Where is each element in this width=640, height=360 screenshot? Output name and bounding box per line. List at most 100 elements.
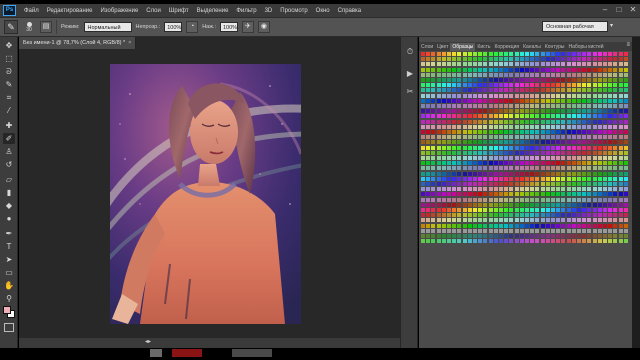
color-swatch[interactable]: [519, 197, 524, 202]
color-swatch[interactable]: [587, 119, 592, 124]
color-swatch[interactable]: [618, 62, 623, 67]
color-swatch[interactable]: [618, 93, 623, 98]
color-swatch[interactable]: [556, 166, 561, 171]
color-swatch[interactable]: [499, 98, 503, 103]
color-swatch[interactable]: [525, 52, 529, 56]
color-swatch[interactable]: [525, 124, 529, 129]
color-swatch[interactable]: [499, 67, 503, 72]
color-swatch[interactable]: [551, 171, 555, 176]
color-swatch[interactable]: [587, 135, 592, 140]
color-swatch[interactable]: [431, 98, 436, 103]
color-swatch[interactable]: [447, 208, 451, 212]
color-swatch[interactable]: [483, 88, 488, 93]
color-swatch[interactable]: [447, 150, 451, 155]
color-swatch[interactable]: [592, 218, 597, 223]
color-swatch[interactable]: [504, 67, 509, 72]
color-swatch[interactable]: [597, 52, 602, 56]
color-swatch[interactable]: [597, 239, 602, 244]
color-swatch[interactable]: [608, 223, 613, 228]
color-swatch[interactable]: [447, 187, 451, 192]
color-swatch[interactable]: [514, 104, 519, 108]
color-swatch[interactable]: [592, 171, 597, 176]
color-swatch[interactable]: [582, 228, 587, 233]
color-swatch[interactable]: [493, 213, 498, 218]
color-swatch[interactable]: [618, 218, 623, 223]
color-swatch[interactable]: [587, 67, 592, 72]
color-swatch[interactable]: [587, 182, 592, 186]
color-swatch[interactable]: [613, 88, 618, 93]
color-swatch[interactable]: [467, 114, 472, 119]
color-swatch[interactable]: [608, 187, 613, 192]
color-swatch[interactable]: [577, 156, 581, 160]
color-swatch[interactable]: [488, 187, 493, 192]
color-swatch[interactable]: [603, 192, 607, 197]
color-swatch[interactable]: [493, 114, 498, 119]
color-swatch[interactable]: [504, 171, 509, 176]
color-swatch[interactable]: [535, 124, 540, 129]
color-swatch[interactable]: [545, 119, 550, 124]
color-swatch[interactable]: [426, 98, 431, 103]
color-swatch[interactable]: [592, 140, 597, 145]
color-swatch[interactable]: [592, 166, 597, 171]
color-swatch[interactable]: [426, 93, 431, 98]
brush-panel-toggle-icon[interactable]: ▤: [40, 21, 52, 33]
color-swatch[interactable]: [623, 119, 628, 124]
color-swatch[interactable]: [478, 187, 483, 192]
color-swatch[interactable]: [447, 218, 451, 223]
color-swatch[interactable]: [597, 72, 602, 77]
color-swatch[interactable]: [441, 140, 446, 145]
color-swatch[interactable]: [540, 109, 545, 114]
color-swatch[interactable]: [603, 114, 607, 119]
color-swatch[interactable]: [441, 171, 446, 176]
color-swatch[interactable]: [566, 192, 571, 197]
color-swatch[interactable]: [483, 192, 488, 197]
color-swatch[interactable]: [608, 197, 613, 202]
color-swatch[interactable]: [603, 234, 607, 238]
brush-size-picker[interactable]: 30: [22, 20, 36, 34]
color-swatch[interactable]: [525, 202, 529, 207]
color-swatch[interactable]: [561, 78, 566, 82]
color-swatch[interactable]: [556, 208, 561, 212]
color-swatch[interactable]: [436, 78, 441, 82]
color-swatch[interactable]: [447, 67, 451, 72]
color-swatch[interactable]: [493, 192, 498, 197]
color-swatch[interactable]: [582, 202, 587, 207]
color-swatch[interactable]: [514, 98, 519, 103]
color-swatch[interactable]: [499, 182, 503, 186]
color-swatch[interactable]: [597, 135, 602, 140]
color-swatch[interactable]: [613, 67, 618, 72]
color-swatch[interactable]: [467, 124, 472, 129]
color-swatch[interactable]: [592, 67, 597, 72]
color-swatch[interactable]: [499, 208, 503, 212]
color-swatch[interactable]: [587, 187, 592, 192]
color-swatch[interactable]: [571, 109, 576, 114]
color-swatch[interactable]: [613, 234, 618, 238]
pressure-opacity-icon[interactable]: ◔: [186, 21, 199, 33]
color-swatch[interactable]: [613, 171, 618, 176]
color-swatch[interactable]: [436, 202, 441, 207]
color-swatch[interactable]: [483, 114, 488, 119]
color-swatch[interactable]: [441, 213, 446, 218]
quick-select-icon[interactable]: ✎: [3, 79, 15, 90]
color-swatch[interactable]: [571, 62, 576, 67]
color-swatch[interactable]: [608, 156, 613, 160]
color-swatch[interactable]: [499, 223, 503, 228]
color-swatch[interactable]: [577, 213, 581, 218]
color-swatch[interactable]: [587, 62, 592, 67]
color-swatch[interactable]: [603, 72, 607, 77]
color-swatch[interactable]: [535, 187, 540, 192]
color-swatch[interactable]: [504, 62, 509, 67]
color-swatch[interactable]: [597, 109, 602, 114]
color-swatch[interactable]: [582, 67, 587, 72]
color-swatch[interactable]: [597, 93, 602, 98]
color-swatch[interactable]: [582, 124, 587, 129]
color-swatch[interactable]: [535, 202, 540, 207]
color-swatch[interactable]: [571, 93, 576, 98]
color-swatch[interactable]: [514, 234, 519, 238]
color-swatch[interactable]: [623, 67, 628, 72]
color-swatch[interactable]: [566, 93, 571, 98]
airbrush-icon[interactable]: ✈: [241, 21, 254, 33]
color-swatch[interactable]: [587, 171, 592, 176]
color-swatch[interactable]: [462, 140, 467, 145]
color-swatch[interactable]: [566, 150, 571, 155]
